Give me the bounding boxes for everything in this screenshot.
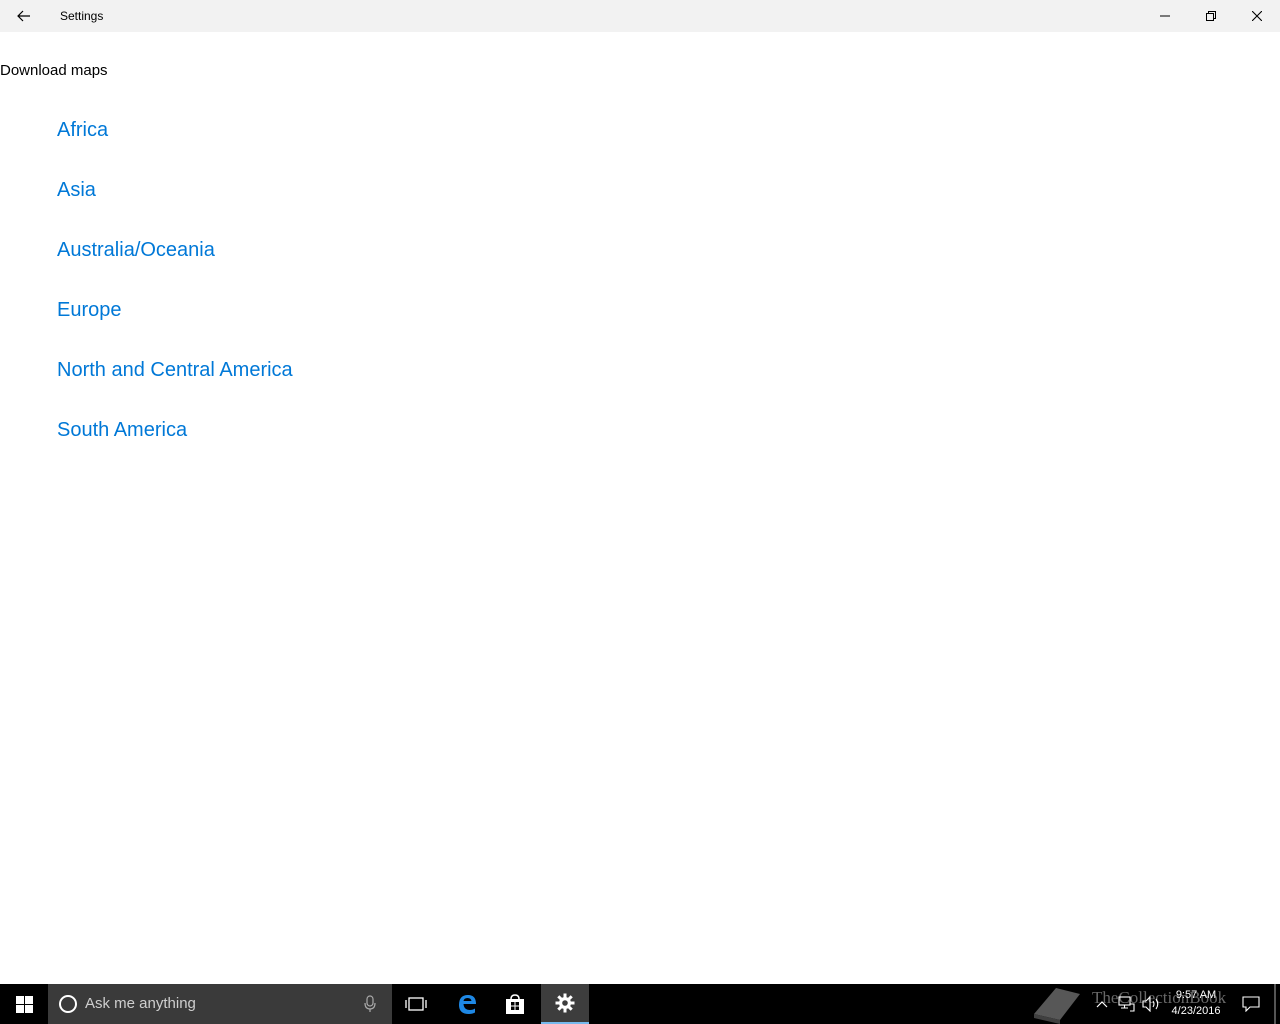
notification-icon: [1242, 996, 1260, 1012]
back-button[interactable]: [0, 0, 48, 32]
search-box[interactable]: Ask me anything: [48, 984, 392, 1024]
microphone-icon[interactable]: [362, 994, 378, 1014]
network-icon: [1118, 996, 1135, 1012]
restore-button[interactable]: [1188, 0, 1234, 32]
edge-icon: [459, 995, 476, 1014]
store-button[interactable]: [491, 984, 539, 1024]
task-view-button[interactable]: [392, 984, 440, 1024]
edge-button[interactable]: [443, 984, 491, 1024]
minimize-button[interactable]: [1142, 0, 1188, 32]
action-center-button[interactable]: [1238, 984, 1264, 1024]
close-button[interactable]: [1234, 0, 1280, 32]
minimize-icon: [1160, 15, 1170, 17]
start-button[interactable]: [0, 984, 48, 1024]
region-link-asia[interactable]: Asia: [57, 172, 293, 232]
taskbar: Ask me anything TheCollectionBook 9:57 A…: [0, 984, 1280, 1024]
show-hidden-icons-button[interactable]: [1094, 984, 1110, 1024]
clock-time: 9:57 AM: [1175, 989, 1217, 1001]
title-bar: Settings: [0, 0, 1280, 32]
region-link-australia-oceania[interactable]: Australia/Oceania: [57, 232, 293, 292]
close-icon: [1252, 11, 1262, 21]
windows-logo-icon: [15, 995, 33, 1013]
show-desktop-button[interactable]: [1274, 984, 1276, 1024]
clock[interactable]: 9:57 AM 4/23/2016: [1166, 987, 1226, 1019]
volume-button[interactable]: [1140, 984, 1162, 1024]
chevron-up-icon: [1096, 1001, 1108, 1008]
settings-taskbar-button[interactable]: [541, 984, 589, 1024]
clock-date: 4/23/2016: [1171, 1005, 1221, 1017]
network-button[interactable]: [1117, 984, 1135, 1024]
back-arrow-icon: [17, 10, 30, 22]
page-title: Download maps: [0, 62, 108, 79]
region-link-africa[interactable]: Africa: [57, 112, 293, 172]
region-link-south-america[interactable]: South America: [57, 412, 293, 472]
book-icon: [1034, 988, 1080, 1024]
gear-icon: [555, 993, 575, 1013]
settings-window: Settings Download maps Africa Asia Austr…: [0, 0, 1280, 984]
region-list: Africa Asia Australia/Oceania Europe Nor…: [57, 112, 293, 472]
restore-icon: [1206, 11, 1216, 21]
search-placeholder: Ask me anything: [85, 995, 196, 1012]
region-link-north-central-america[interactable]: North and Central America: [57, 352, 293, 412]
task-view-icon: [405, 997, 427, 1011]
store-icon: [506, 994, 524, 1014]
window-title: Settings: [60, 9, 104, 23]
cortana-circle-icon: [59, 995, 77, 1013]
volume-icon: [1142, 996, 1159, 1012]
region-link-europe[interactable]: Europe: [57, 292, 293, 352]
